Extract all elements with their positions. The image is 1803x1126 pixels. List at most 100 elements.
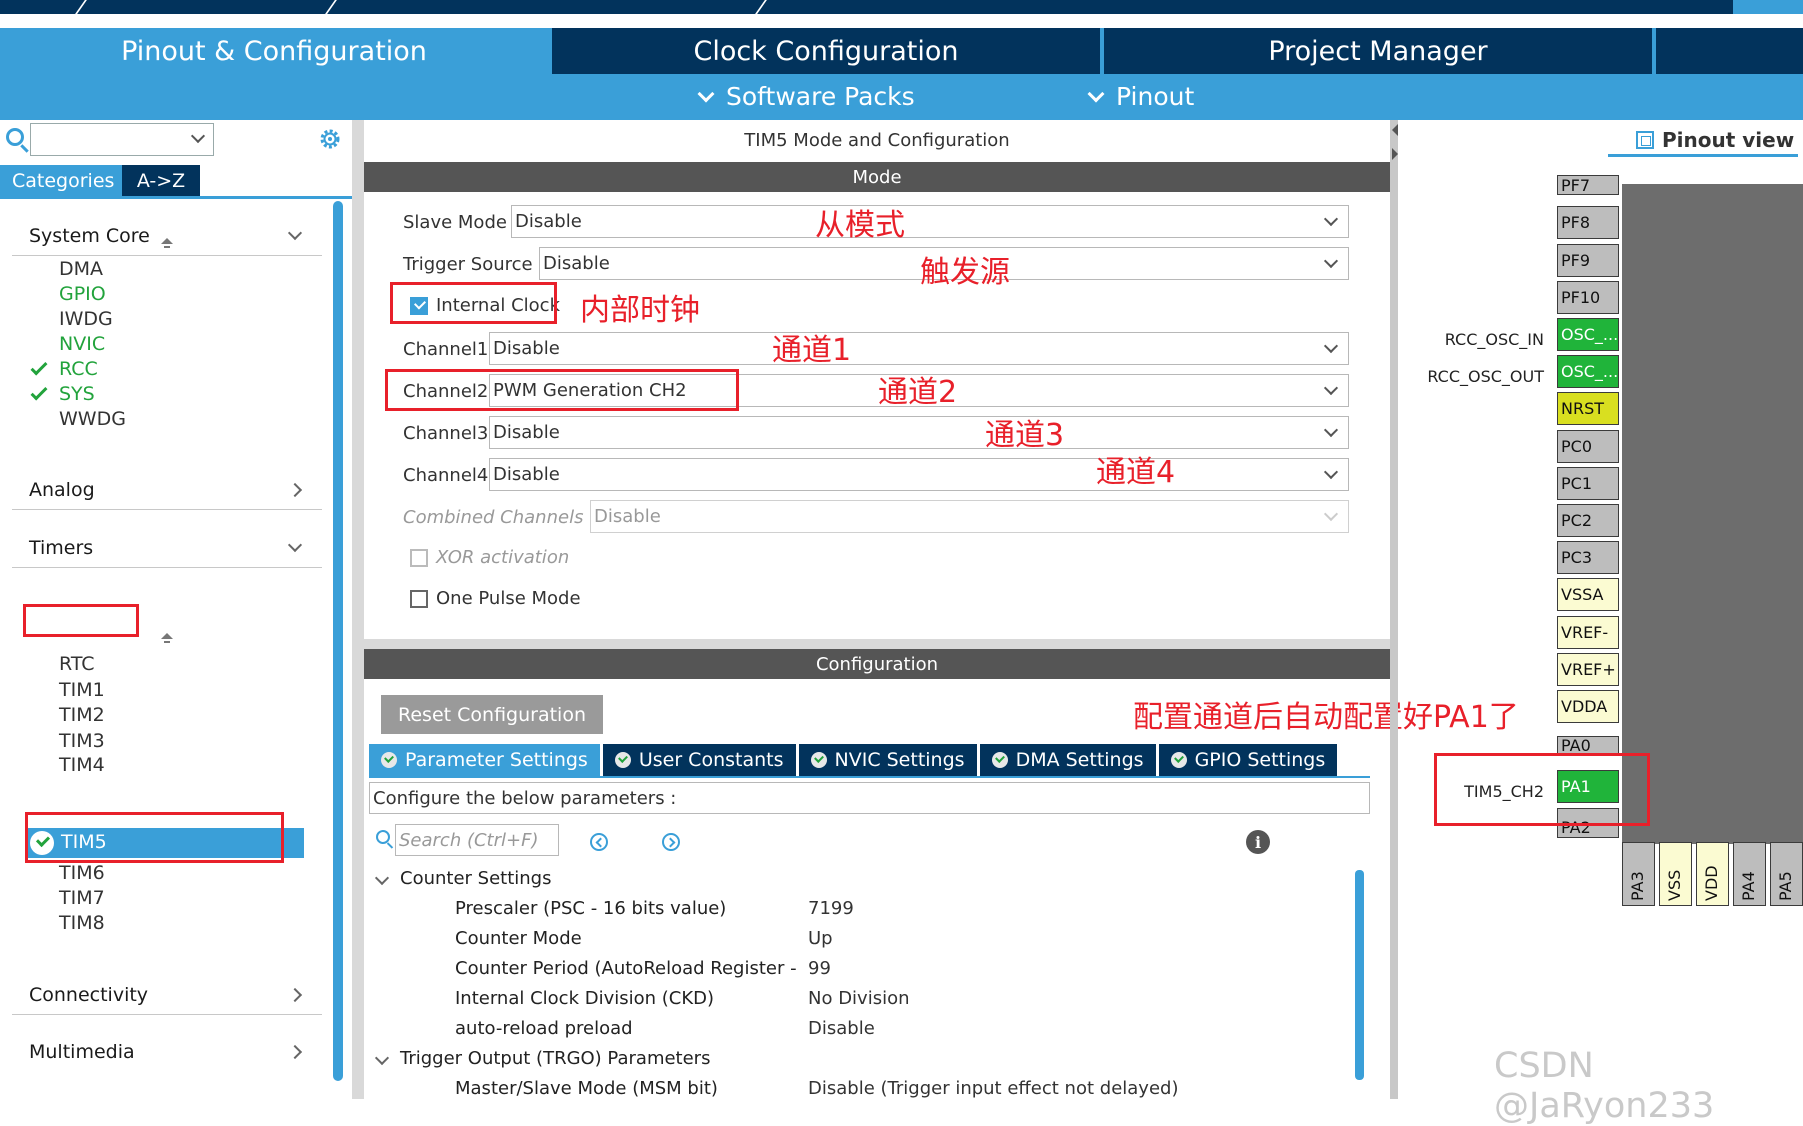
tab-user-constants[interactable]: User Constants [602,744,796,776]
pin-vref-plus[interactable]: VREF+ [1557,653,1619,686]
tab-parameter-settings[interactable]: Parameter Settings [369,744,600,776]
pin-pc0[interactable]: PC0 [1557,430,1619,463]
scrollbar[interactable] [1355,870,1364,1080]
pinout-view-tab[interactable]: Pinout view [1636,128,1794,152]
list-item-gpio[interactable]: GPIO [59,283,106,305]
top-breadcrumb-strip [0,0,1803,16]
pin-vdda[interactable]: VDDA [1557,690,1619,723]
check-icon [30,383,48,401]
tab-pinout-configuration[interactable]: Pinout & Configuration [0,28,548,74]
tab-nvic-settings[interactable]: NVIC Settings [798,744,977,776]
list-item-nvic[interactable]: NVIC [59,333,105,355]
chevron-down-icon [697,85,715,102]
pin-pa5[interactable]: PA5 [1770,842,1803,906]
channel1-select[interactable]: Disable [489,332,1349,365]
pin-pc2[interactable]: PC2 [1557,504,1619,537]
parameter-search-input[interactable]: Search (Ctrl+F) [395,824,559,856]
pin-pa3[interactable]: PA3 [1622,842,1655,906]
chevron-down-icon [287,537,303,553]
section-system-core[interactable]: System Core [12,216,322,256]
pin-pc1[interactable]: PC1 [1557,467,1619,500]
expand-right-icon[interactable] [1392,148,1398,160]
pin-label-osc-out: RCC_OSC_OUT [1427,367,1544,386]
list-item-tim3[interactable]: TIM3 [59,730,105,752]
info-icon[interactable]: i [1246,830,1270,854]
pin-vss[interactable]: VSS [1659,842,1692,906]
list-item-tim4[interactable]: TIM4 [59,754,105,776]
scrollbar[interactable] [333,201,343,1081]
channel3-label: Channel3 [403,423,489,444]
combined-channels-select[interactable]: Disable [590,500,1349,533]
pin-pc3[interactable]: PC3 [1557,541,1619,574]
combined-channels-label: Combined Channels [403,507,584,528]
param-value[interactable]: 99 [808,958,831,979]
next-result-icon[interactable] [662,833,680,851]
previous-result-icon[interactable] [590,833,608,851]
scroll-up-icon[interactable] [161,238,173,250]
trgo-parameters-group[interactable]: Trigger Output (TRGO) Parameters [400,1048,710,1069]
list-item-tim6[interactable]: TIM6 [59,862,105,884]
pin-osc-in[interactable]: OSC_... [1557,318,1619,351]
tab-categories[interactable]: Categories [0,165,122,196]
pin-pf7[interactable]: PF7 [1557,175,1619,195]
param-value[interactable]: Disable (Trigger input effect not delaye… [808,1078,1178,1099]
tab-extra[interactable] [1656,28,1803,74]
pin-pa4[interactable]: PA4 [1733,842,1766,906]
search-input[interactable] [30,123,214,156]
pin-pf8[interactable]: PF8 [1557,206,1619,239]
chevron-down-icon[interactable] [374,870,390,886]
pin-nrst[interactable]: NRST [1557,392,1619,425]
tab-gpio-settings[interactable]: GPIO Settings [1158,744,1338,776]
section-multimedia[interactable]: Multimedia [12,1032,322,1072]
chevron-down-icon[interactable] [374,1050,390,1066]
counter-settings-group[interactable]: Counter Settings [400,868,551,889]
section-connectivity[interactable]: Connectivity [12,975,322,1015]
pin-pf10[interactable]: PF10 [1557,281,1619,314]
param-value[interactable]: 7199 [808,898,854,919]
param-value[interactable]: No Division [808,988,910,1009]
list-item-rcc[interactable]: RCC [59,358,98,380]
pin-osc-out[interactable]: OSC_... [1557,355,1619,388]
section-label: System Core [29,224,150,247]
gear-icon[interactable] [317,126,343,152]
param-value[interactable]: Up [808,928,833,949]
reset-configuration-button[interactable]: Reset Configuration [381,695,603,734]
tab-clock-configuration[interactable]: Clock Configuration [552,28,1100,74]
channel4-label: Channel4 [403,465,489,486]
pinout-menu[interactable]: Pinout [1087,82,1195,111]
search-icon[interactable] [6,128,24,146]
software-packs-menu[interactable]: Software Packs [697,82,915,111]
list-item-tim1[interactable]: TIM1 [59,679,105,701]
param-value[interactable]: Disable [808,1018,875,1039]
pin-vdd[interactable]: VDD [1696,842,1729,906]
parameter-tabs: Parameter Settings User Constants NVIC S… [369,744,1338,776]
tab-dma-settings[interactable]: DMA Settings [979,744,1156,776]
xor-activation-checkbox[interactable] [410,549,428,567]
list-item-sys[interactable]: SYS [59,383,95,405]
section-analog[interactable]: Analog [12,470,322,510]
pin-vref-minus[interactable]: VREF- [1557,616,1619,649]
one-pulse-mode-checkbox[interactable] [410,590,428,608]
collapse-left-icon[interactable] [1392,124,1398,136]
list-item-iwdg[interactable]: IWDG [59,308,113,330]
channel4-select[interactable]: Disable [489,458,1349,491]
list-item-tim8[interactable]: TIM8 [59,912,105,934]
list-item-dma[interactable]: DMA [59,258,103,280]
pin-pf9[interactable]: PF9 [1557,244,1619,277]
section-timers[interactable]: Timers [12,528,322,568]
list-item-tim7[interactable]: TIM7 [59,887,105,909]
channel3-select[interactable]: Disable [489,416,1349,449]
slave-mode-select[interactable]: Disable [511,205,1349,238]
list-item-tim2[interactable]: TIM2 [59,704,105,726]
pin-vssa[interactable]: VSSA [1557,578,1619,611]
scroll-up-icon[interactable] [161,633,173,645]
panel-splitter[interactable] [1390,120,1398,1099]
param-name: Counter Mode [455,928,582,949]
list-item-rtc[interactable]: RTC [59,653,95,675]
pinout-menu-label: Pinout [1116,82,1195,111]
tab-a-to-z[interactable]: A->Z [122,165,200,196]
list-item-wwdg[interactable]: WWDG [59,408,126,430]
chevron-down-icon [1323,380,1339,396]
tab-project-manager[interactable]: Project Manager [1104,28,1652,74]
chip-icon [1636,131,1654,149]
